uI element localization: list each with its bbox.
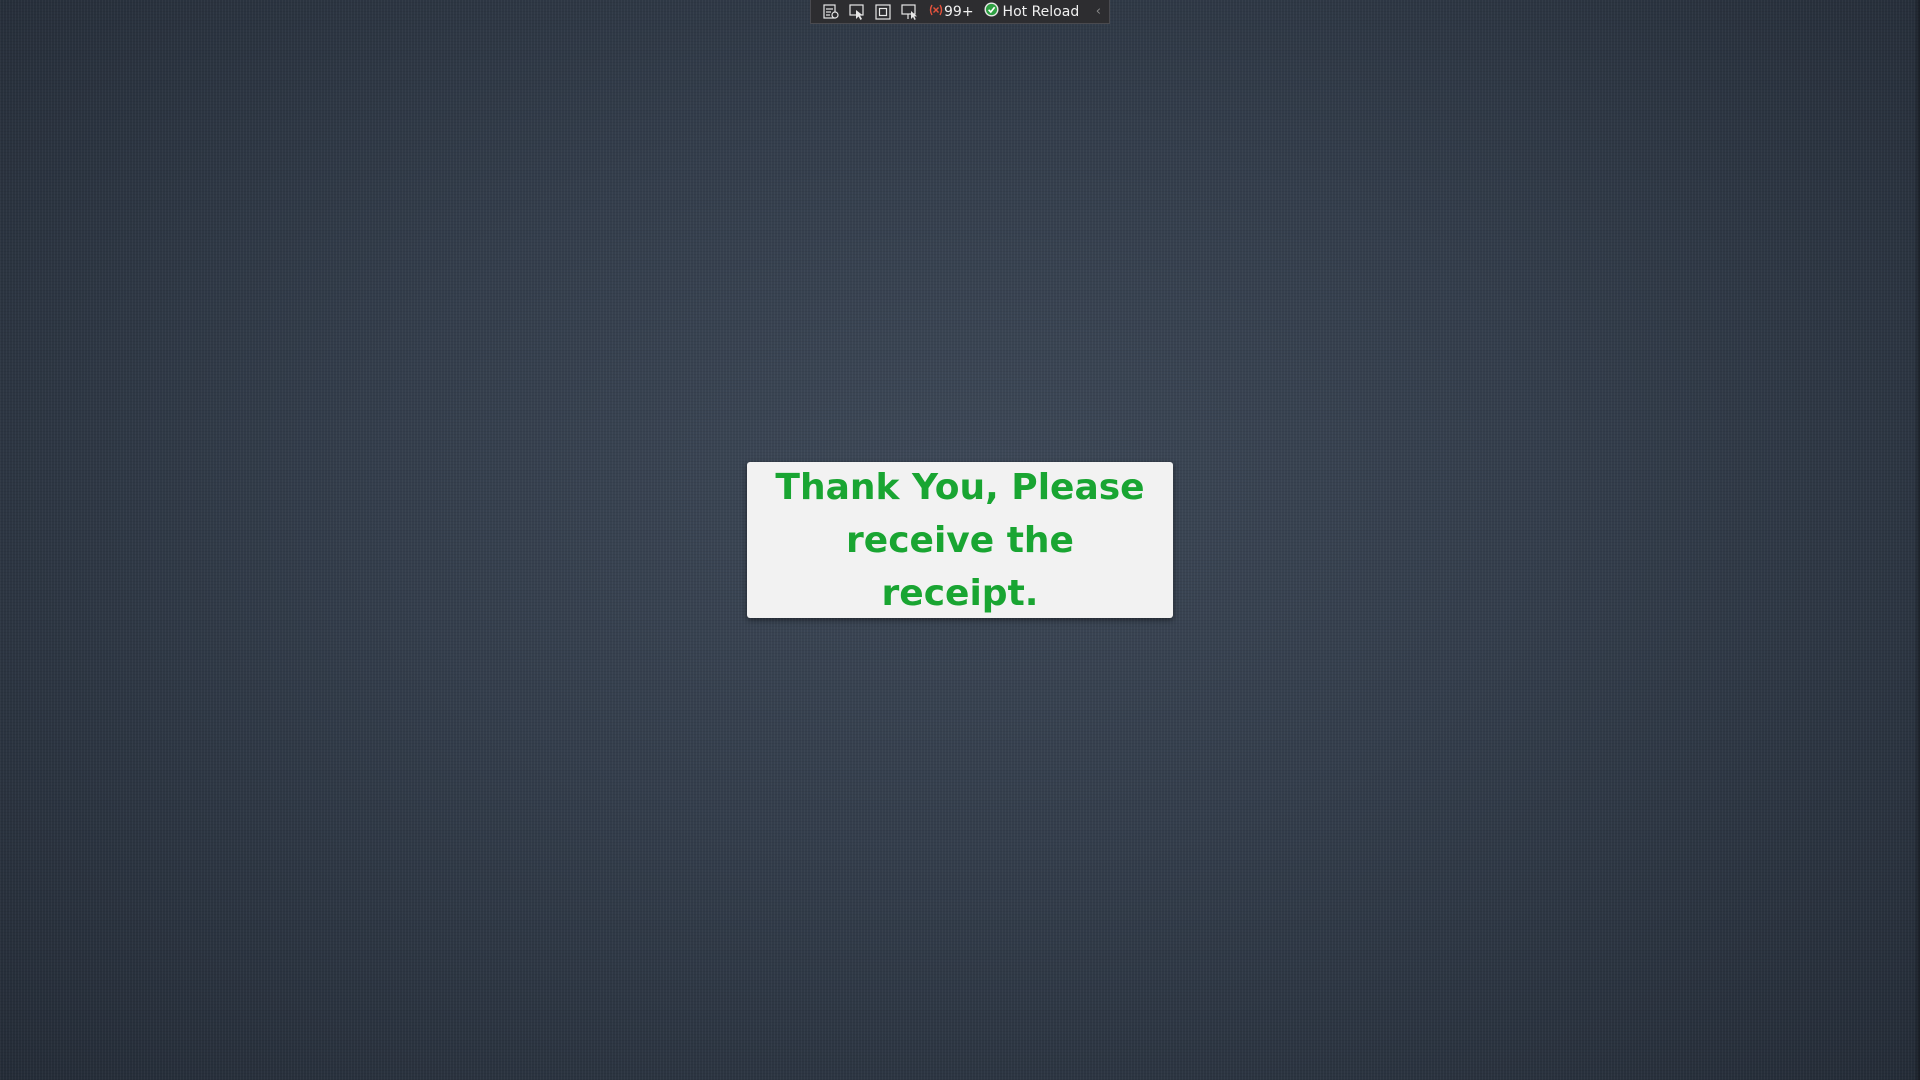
hot-reload-status[interactable]: Hot Reload bbox=[984, 2, 1080, 21]
live-visual-tree-icon[interactable] bbox=[821, 2, 841, 22]
select-element-icon[interactable] bbox=[847, 2, 867, 22]
thank-you-message-card: Thank You, Please receive the receipt. bbox=[747, 462, 1173, 618]
binding-failures-icon bbox=[929, 3, 943, 21]
track-focus-icon[interactable] bbox=[899, 2, 919, 22]
check-circle-icon bbox=[984, 2, 999, 21]
binding-failures-indicator[interactable]: 99+ bbox=[929, 3, 974, 21]
display-layout-adorners-icon[interactable] bbox=[873, 2, 893, 22]
binding-failures-count: 99+ bbox=[944, 3, 974, 20]
collapse-toolbar-button[interactable]: ‹ bbox=[1094, 4, 1103, 19]
app-window: 99+ Hot Reload ‹ Thank You, Please recei… bbox=[0, 0, 1920, 1080]
window-edge-shadow bbox=[1914, 0, 1920, 1080]
debug-runtime-toolbar: 99+ Hot Reload ‹ bbox=[810, 0, 1110, 24]
hot-reload-label: Hot Reload bbox=[1002, 3, 1080, 20]
thank-you-message: Thank You, Please receive the receipt. bbox=[775, 466, 1145, 614]
